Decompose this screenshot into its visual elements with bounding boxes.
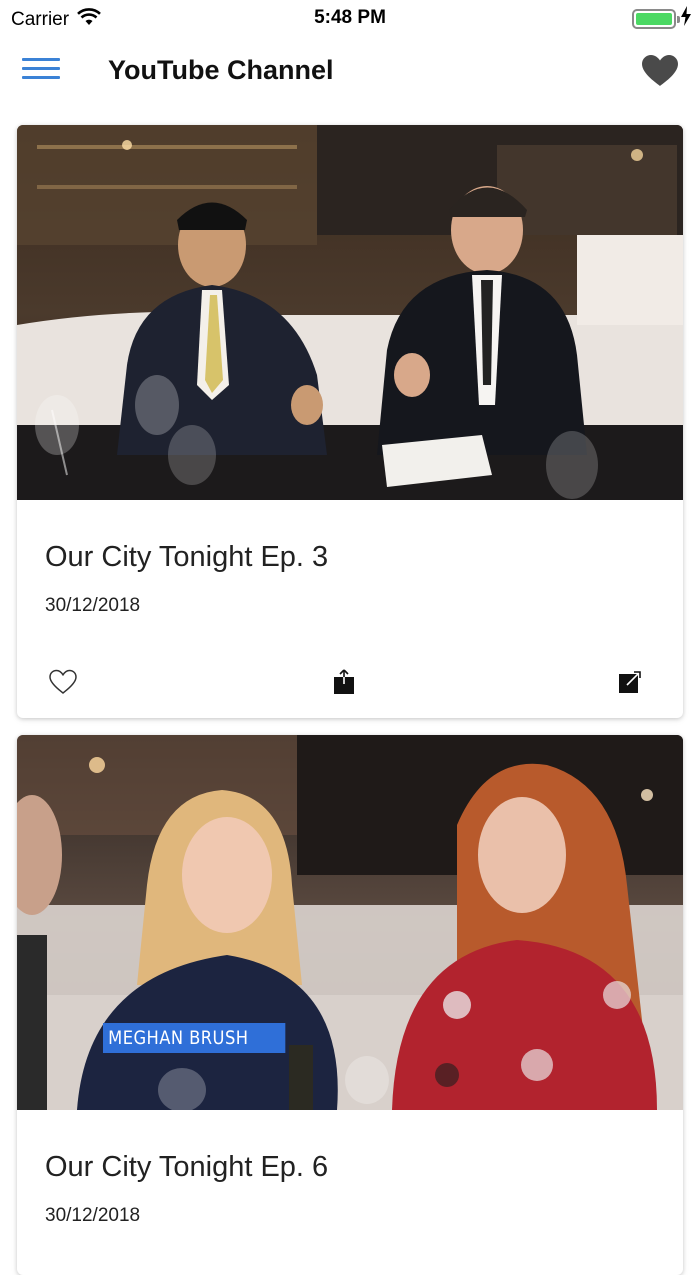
nav-bar: YouTube Channel: [0, 36, 700, 108]
menu-line: [22, 76, 60, 79]
video-card[interactable]: Our City Tonight Ep. 3 30/12/2018: [17, 125, 683, 718]
battery-icon: [632, 9, 680, 29]
video-title[interactable]: Our City Tonight Ep. 3: [45, 541, 328, 574]
menu-line: [22, 58, 60, 61]
card-actions: [17, 665, 683, 699]
video-date: 30/12/2018: [45, 1205, 141, 1226]
video-thumbnail[interactable]: MEGHAN BRUSH: [17, 735, 683, 1110]
video-thumbnail[interactable]: [17, 125, 683, 500]
clock: 5:48 PM: [314, 7, 386, 28]
share-icon[interactable]: [327, 667, 361, 697]
open-external-icon[interactable]: [613, 667, 647, 697]
page-title: YouTube Channel: [108, 55, 334, 85]
menu-line: [22, 67, 60, 70]
hamburger-menu-icon[interactable]: [22, 58, 60, 84]
favorites-heart-icon[interactable]: [640, 54, 680, 90]
caption-nameplate: MEGHAN BRUSH: [103, 1023, 286, 1053]
battery-group: [632, 6, 692, 32]
charging-bolt-icon: [680, 6, 692, 32]
like-heart-outline-icon[interactable]: [46, 667, 80, 697]
battery-level: [636, 13, 672, 25]
status-bar: Carrier 5:48 PM: [0, 0, 700, 36]
video-title[interactable]: Our City Tonight Ep. 6: [45, 1151, 328, 1184]
video-date: 30/12/2018: [45, 595, 141, 616]
video-card[interactable]: MEGHAN BRUSH Our City Tonight Ep. 6 30/1…: [17, 735, 683, 1275]
battery-cap: [677, 16, 680, 23]
